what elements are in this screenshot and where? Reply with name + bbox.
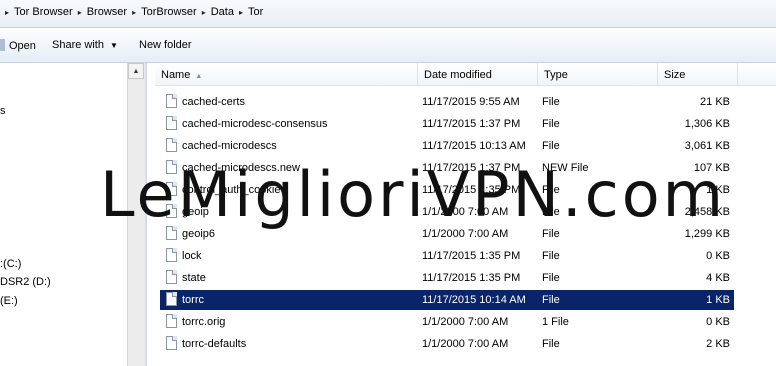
nav-item-drive-e[interactable]: (E:) [0,295,18,307]
file-size: 1,306 KB [684,118,730,130]
file-date-modified: 11/17/2015 1:37 PM [422,118,521,130]
file-icon [166,270,177,284]
breadcrumb-item-browser[interactable]: Browser [85,6,129,18]
share-with-label: Share with [52,39,104,51]
new-folder-label: New folder [139,39,192,51]
file-type: File [542,118,560,130]
address-bar[interactable]: ▸ Tor Browser ▸ Browser ▸ TorBrowser ▸ D… [0,0,776,28]
file-date-modified: 11/17/2015 9:55 AM [422,96,520,108]
breadcrumb-item-tor-browser[interactable]: Tor Browser [12,6,75,18]
breadcrumb-separator-icon[interactable]: ▸ [199,8,209,17]
breadcrumb-item-torbrowser[interactable]: TorBrowser [139,6,199,18]
breadcrumb-separator-icon[interactable]: ▸ [75,8,85,17]
sort-ascending-icon: ▲ [195,73,203,80]
file-name: state [182,272,206,284]
file-size: 1 KB [706,294,730,306]
share-with-button[interactable]: Share with ▼ [52,39,118,51]
file-icon [166,292,177,306]
column-header-date[interactable]: Date modified [418,63,538,86]
column-header-name-label: Name [161,69,191,81]
file-icon [166,314,177,328]
column-header-filler [738,63,776,86]
file-row[interactable]: torrc 11/17/2015 10:14 AM File 1 KB [160,290,734,310]
file-name: cached-microdescs [182,140,277,152]
file-row[interactable]: torrc-defaults 1/1/2000 7:00 AM File 2 K… [160,334,734,354]
file-name: torrc-defaults [182,338,247,350]
watermark-text: LeMiglioriVPN.com [100,158,727,231]
column-header-date-label: Date modified [424,69,492,81]
column-header-name[interactable]: Name ▲ [155,63,418,86]
column-header-type-label: Type [544,69,568,81]
file-type: File [542,272,560,284]
file-type: File [542,338,560,350]
breadcrumb-separator-icon[interactable]: ▸ [236,8,246,17]
file-date-modified: 1/1/2000 7:00 AM [422,316,509,328]
file-name: torrc.orig [182,316,226,328]
file-size: 2 KB [706,338,730,350]
file-row[interactable]: torrc.orig 1/1/2000 7:00 AM 1 File 0 KB [160,312,734,332]
file-icon [166,138,177,152]
file-name: torrc [182,294,204,306]
command-toolbar: Open Share with ▼ New folder [0,28,776,63]
file-icon [166,94,177,108]
file-row[interactable]: cached-certs 11/17/2015 9:55 AM File 21 … [160,92,734,112]
breadcrumb-item-tor[interactable]: Tor [246,6,265,18]
file-name: cached-certs [182,96,245,108]
chevron-up-icon: ▲ [132,67,140,75]
nav-item-drive-c[interactable]: :(C:) [0,258,21,270]
open-icon [0,39,5,51]
file-type: File [542,250,560,262]
breadcrumb: ▸ Tor Browser ▸ Browser ▸ TorBrowser ▸ D… [2,6,265,18]
file-name: cached-microdesc-consensus [182,118,328,130]
file-type: File [542,140,560,152]
file-name: lock [182,250,202,262]
file-type: File [542,294,560,306]
file-size: 4 KB [706,272,730,284]
file-icon [166,116,177,130]
breadcrumb-prefix-arrow-icon[interactable]: ▸ [2,8,12,17]
new-folder-button[interactable]: New folder [139,39,192,51]
file-icon [166,248,177,262]
column-header-size[interactable]: Size [658,63,738,86]
file-size: 21 KB [700,96,730,108]
file-size: 0 KB [706,250,730,262]
file-type: File [542,96,560,108]
column-header-type[interactable]: Type [538,63,658,86]
file-row[interactable]: cached-microdescs 11/17/2015 10:13 AM Fi… [160,136,734,156]
open-label: Open [9,40,36,52]
chevron-down-icon: ▼ [109,41,118,50]
file-row[interactable]: lock 11/17/2015 1:35 PM File 0 KB [160,246,734,266]
open-button[interactable]: Open [0,39,36,52]
file-date-modified: 11/17/2015 1:35 PM [422,272,521,284]
scroll-up-button[interactable]: ▲ [128,63,144,79]
column-header-size-label: Size [664,69,686,81]
file-type: 1 File [542,316,569,328]
nav-item-drive-d[interactable]: DSR2 (D:) [0,276,51,288]
breadcrumb-item-data[interactable]: Data [209,6,236,18]
file-size: 0 KB [706,316,730,328]
file-date-modified: 11/17/2015 10:13 AM [422,140,526,152]
file-date-modified: 11/17/2015 10:14 AM [422,294,526,306]
file-icon [166,336,177,350]
file-row[interactable]: state 11/17/2015 1:35 PM File 4 KB [160,268,734,288]
file-date-modified: 11/17/2015 1:35 PM [422,250,521,262]
nav-item-partial[interactable]: s [0,105,6,117]
file-row[interactable]: cached-microdesc-consensus 11/17/2015 1:… [160,114,734,134]
file-date-modified: 1/1/2000 7:00 AM [422,338,509,350]
breadcrumb-separator-icon[interactable]: ▸ [129,8,139,17]
file-size: 3,061 KB [684,140,730,152]
